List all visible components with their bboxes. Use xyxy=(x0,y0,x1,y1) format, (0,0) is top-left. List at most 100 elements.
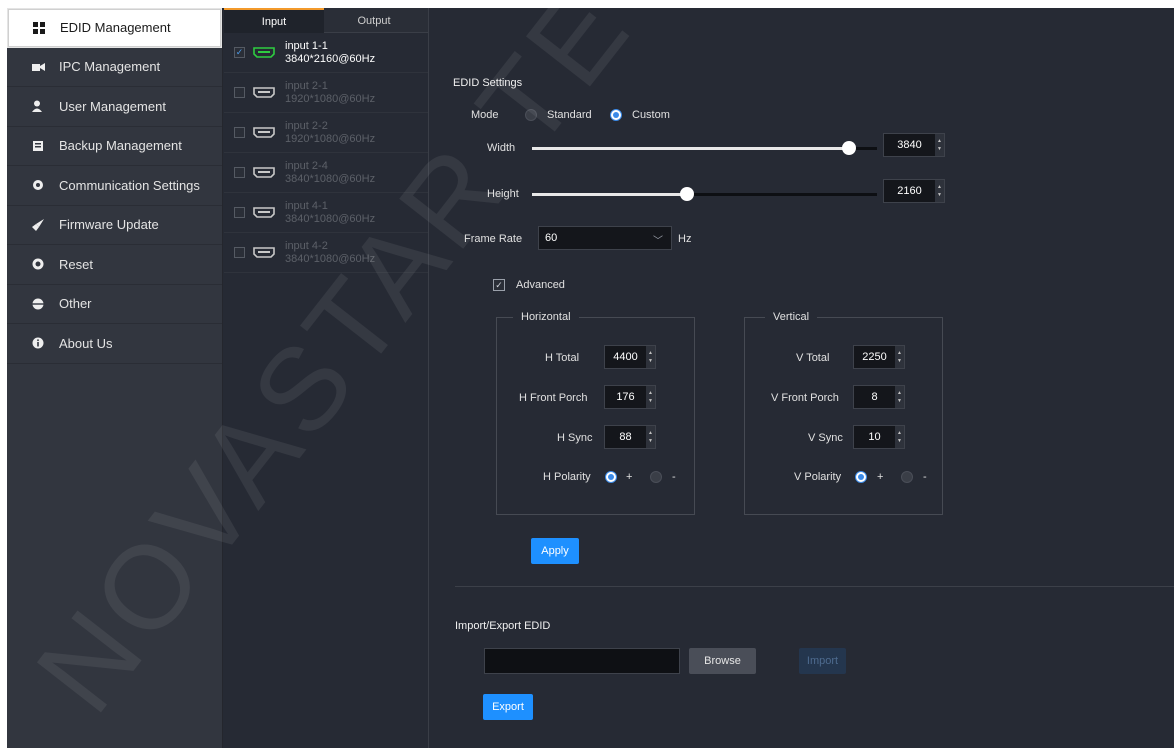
v-polarity-positive-label: + xyxy=(877,471,884,483)
frame-rate-label: Frame Rate xyxy=(464,233,523,245)
mode-standard-radio[interactable] xyxy=(525,109,537,121)
input-checkbox[interactable] xyxy=(234,167,245,178)
height-stepper[interactable]: ▲ ▼ xyxy=(935,180,944,202)
h-polarity-positive-label: + xyxy=(626,471,633,483)
v-front-porch-value: 8 xyxy=(871,391,878,403)
width-slider-fill xyxy=(532,147,850,150)
import-button[interactable]: Import xyxy=(799,648,846,674)
width-stepper[interactable]: ▲ ▼ xyxy=(935,134,944,156)
input-list-item[interactable]: input 4-1 3840*1080@60Hz xyxy=(224,193,428,233)
input-list-item[interactable]: ✓ input 1-1 3840*2160@60Hz xyxy=(224,33,428,73)
sidebar-item-label: Communication Settings xyxy=(59,177,200,193)
tab-bar: Input Output xyxy=(224,8,428,33)
input-resolution: 3840*1080@60Hz xyxy=(285,212,376,225)
input-checkbox[interactable] xyxy=(234,247,245,258)
v-front-porch-stepper[interactable]: ▲ ▼ xyxy=(895,386,904,408)
advanced-checkbox[interactable]: ✓ xyxy=(493,279,505,291)
h-total-input[interactable]: 4400 ▲ ▼ xyxy=(604,345,656,369)
v-sync-label: V Sync xyxy=(808,432,843,444)
folder-icon xyxy=(31,139,45,153)
chevron-down-icon: ﹀ xyxy=(653,236,663,247)
sidebar-item-reset[interactable]: Reset xyxy=(7,245,222,285)
h-front-porch-stepper[interactable]: ▲ ▼ xyxy=(646,386,655,408)
h-sync-input[interactable]: 88 ▲ ▼ xyxy=(604,425,656,449)
input-name: input 4-1 xyxy=(285,199,328,212)
sidebar-item-backup-management[interactable]: Backup Management xyxy=(7,127,222,166)
input-list-item[interactable]: input 4-2 3840*1080@60Hz xyxy=(224,233,428,273)
globe-icon xyxy=(31,297,45,311)
height-slider[interactable] xyxy=(532,187,877,201)
v-total-label: V Total xyxy=(796,352,830,364)
apply-button[interactable]: Apply xyxy=(531,538,579,564)
input-checkbox[interactable] xyxy=(234,127,245,138)
sidebar-item-other[interactable]: Other xyxy=(7,285,222,324)
h-front-porch-input[interactable]: 176 ▲ ▼ xyxy=(604,385,656,409)
sidebar-item-communication-settings[interactable]: Communication Settings xyxy=(7,166,222,206)
edid-file-input[interactable] xyxy=(484,648,680,674)
input-checkbox[interactable]: ✓ xyxy=(234,47,245,58)
edid-settings-panel: EDID Settings Mode Standard Custom Width… xyxy=(430,8,1174,748)
v-polarity-label: V Polarity xyxy=(794,471,842,483)
tab-input[interactable]: Input xyxy=(224,8,324,33)
input-checkbox[interactable] xyxy=(234,87,245,98)
input-list-item[interactable]: input 2-1 1920*1080@60Hz xyxy=(224,73,428,113)
reset-icon xyxy=(31,257,45,271)
height-input[interactable]: 2160 ▲ ▼ xyxy=(883,179,945,203)
sidebar-item-edid-management[interactable]: EDID Management xyxy=(7,8,222,48)
v-total-stepper[interactable]: ▲ ▼ xyxy=(895,346,904,368)
sidebar-item-about-us[interactable]: About Us xyxy=(7,324,222,364)
sidebar-item-user-management[interactable]: User Management xyxy=(7,87,222,127)
section-divider xyxy=(455,586,1174,587)
input-name: input 2-4 xyxy=(285,159,328,172)
horizontal-legend: Horizontal xyxy=(513,311,579,323)
user-icon xyxy=(31,99,45,113)
input-resolution: 1920*1080@60Hz xyxy=(285,132,376,145)
sidebar-item-ipc-management[interactable]: IPC Management xyxy=(7,48,222,87)
v-polarity-negative-radio[interactable] xyxy=(901,471,913,483)
h-polarity-positive-radio[interactable] xyxy=(605,471,617,483)
input-text: input 4-1 3840*1080@60Hz xyxy=(285,200,375,226)
width-slider[interactable] xyxy=(532,141,877,155)
h-front-porch-label: H Front Porch xyxy=(519,392,588,404)
h-sync-value: 88 xyxy=(619,431,632,443)
input-text: input 2-4 3840*1080@60Hz xyxy=(285,160,375,186)
rocket-icon xyxy=(31,218,45,232)
input-list: ✓ input 1-1 3840*2160@60Hz input 2-1 1920*10… xyxy=(224,33,428,273)
v-sync-input[interactable]: 10 ▲ ▼ xyxy=(853,425,905,449)
width-value: 3840 xyxy=(897,139,922,151)
sidebar-item-label: IPC Management xyxy=(59,59,161,75)
mode-custom-radio[interactable] xyxy=(610,109,622,121)
export-button[interactable]: Export xyxy=(483,694,533,720)
v-front-porch-input[interactable]: 8 ▲ ▼ xyxy=(853,385,905,409)
h-total-value: 4400 xyxy=(613,351,638,363)
info-icon xyxy=(31,336,45,350)
v-sync-stepper[interactable]: ▲ ▼ xyxy=(895,426,904,448)
frame-rate-select[interactable]: 60 ﹀ xyxy=(538,226,672,250)
input-name: input 4-2 xyxy=(285,239,328,252)
input-list-item[interactable]: input 2-4 3840*1080@60Hz xyxy=(224,153,428,193)
width-slider-thumb[interactable] xyxy=(842,141,857,155)
width-input[interactable]: 3840 ▲ ▼ xyxy=(883,133,945,157)
mode-custom-label: Custom xyxy=(632,109,670,121)
sidebar-item-label: Firmware Update xyxy=(59,217,159,233)
input-checkbox[interactable] xyxy=(234,207,245,218)
app-window: EDID Management IPC Management User Mana… xyxy=(7,8,1174,748)
height-slider-thumb[interactable] xyxy=(680,187,695,201)
v-total-input[interactable]: 2250 ▲ ▼ xyxy=(853,345,905,369)
h-total-stepper[interactable]: ▲ ▼ xyxy=(646,346,655,368)
width-label: Width xyxy=(487,142,516,154)
v-polarity-positive-radio[interactable] xyxy=(855,471,867,483)
h-sync-stepper[interactable]: ▲ ▼ xyxy=(646,426,655,448)
hdmi-port-icon xyxy=(253,47,275,58)
h-polarity-negative-radio[interactable] xyxy=(650,471,662,483)
tab-output[interactable]: Output xyxy=(324,8,424,33)
gear-icon xyxy=(31,178,45,192)
v-front-porch-label: V Front Porch xyxy=(771,392,839,404)
input-name: input 1-1 xyxy=(285,39,328,52)
input-list-item[interactable]: input 2-2 1920*1080@60Hz xyxy=(224,113,428,153)
sidebar-item-firmware-update[interactable]: Firmware Update xyxy=(7,206,222,245)
browse-button[interactable]: Browse xyxy=(689,648,756,674)
edid-settings-title: EDID Settings xyxy=(453,77,523,89)
v-sync-value: 10 xyxy=(868,431,881,443)
frame-rate-unit: Hz xyxy=(678,233,692,245)
